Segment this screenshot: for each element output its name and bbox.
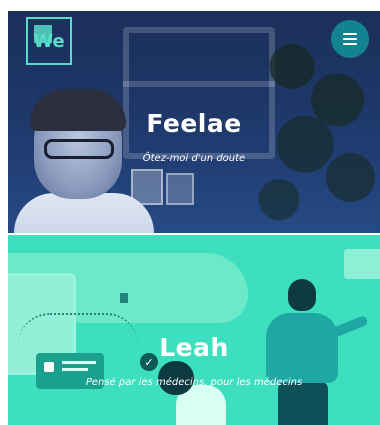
hamburger-menu-icon	[343, 33, 357, 35]
menu-button[interactable]	[331, 20, 369, 58]
illustration-person-head	[288, 279, 316, 311]
background-frame	[166, 173, 194, 205]
card-title: Feelae	[146, 109, 242, 138]
card-title: Leah	[159, 333, 229, 362]
site-logo[interactable]: We	[26, 17, 72, 65]
illustration-card-icon	[44, 362, 54, 372]
project-card-leah[interactable]: ✓ Leah Pensé par les médecins, pour les …	[8, 235, 380, 425]
person-shirt	[14, 193, 154, 233]
logo-mark-icon	[34, 25, 52, 43]
illustration-card-right	[344, 249, 380, 279]
illustration-card-line	[62, 368, 88, 371]
card-subtitle: Ôtez-moi d'un doute	[142, 153, 246, 164]
card-subtitle: Pensé par les médecins, pour les médecin…	[85, 377, 303, 388]
page: Feelae Ôtez-moi d'un doute We ✓ Leah Pen…	[0, 0, 380, 425]
illustration-tag	[120, 293, 128, 303]
hamburger-menu-icon	[343, 38, 357, 40]
hamburger-menu-icon	[343, 43, 357, 45]
